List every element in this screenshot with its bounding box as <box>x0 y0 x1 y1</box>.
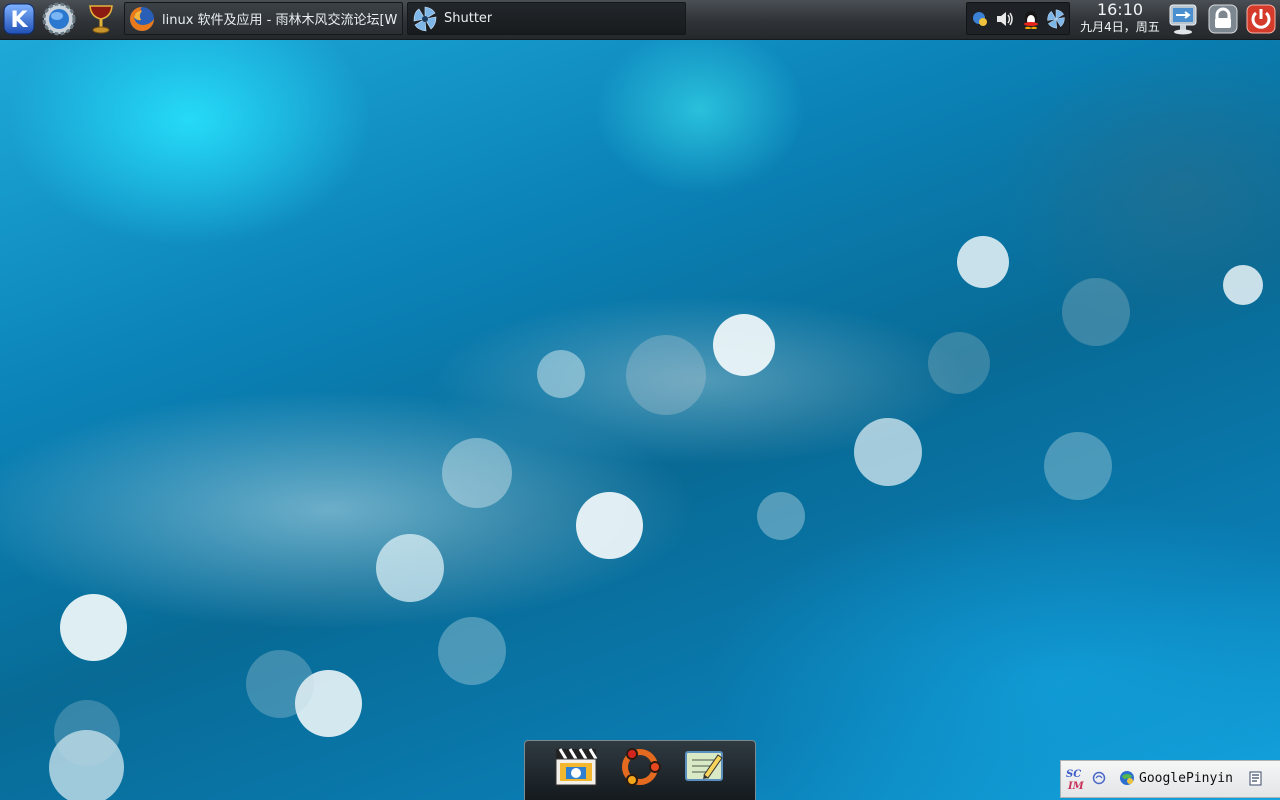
taskbar-firefox-window[interactable]: linux 软件及应用 - 雨林木风交流论坛[W <box>124 2 403 35</box>
bokeh-dot <box>713 314 775 376</box>
bokeh-dot <box>537 350 585 398</box>
goblet-icon[interactable] <box>84 2 118 36</box>
clock-time: 16:10 <box>1096 0 1144 19</box>
bokeh-dot <box>928 332 990 394</box>
ime-engine-label[interactable]: GooglePinyin <box>1139 771 1233 786</box>
shutter-icon <box>412 6 438 32</box>
system-settings-icon[interactable] <box>42 2 76 36</box>
bokeh-dot <box>957 236 1009 288</box>
desktop-wallpaper[interactable] <box>0 40 1280 800</box>
bokeh-dot <box>54 700 120 766</box>
menu-icon[interactable] <box>1249 771 1265 787</box>
bokeh-dot <box>376 534 444 602</box>
clock-date: 九月4日，周五 <box>1080 20 1160 34</box>
power-icon[interactable] <box>1244 2 1278 36</box>
svg-text:SC: SC <box>1066 769 1081 780</box>
qq-penguin-icon[interactable] <box>1021 9 1041 29</box>
input-mode-icon[interactable] <box>1091 770 1109 788</box>
top-panel: K linux 软件及应用 - 雨林木风交流论坛[W Shutter 16:10… <box>0 0 1280 40</box>
bokeh-dot <box>438 617 506 685</box>
dock-panel <box>524 740 756 800</box>
bokeh-dot <box>442 438 512 508</box>
text-editor-icon[interactable] <box>679 743 729 797</box>
bokeh-dot <box>60 594 127 661</box>
task-label: Shutter <box>444 11 493 26</box>
ubuntu-icon[interactable] <box>615 743 665 797</box>
kde-menu-icon[interactable]: K <box>2 2 36 36</box>
bokeh-dot <box>626 335 706 415</box>
ime-toolbar: SC IM GooglePinyin <box>1060 760 1280 798</box>
shutter-tray-icon[interactable] <box>1046 9 1066 29</box>
bokeh-dot <box>854 418 922 486</box>
network-icon[interactable] <box>970 9 990 29</box>
bokeh-dot <box>576 492 643 559</box>
scim-logo-icon[interactable]: SC IM <box>1065 766 1087 792</box>
bokeh-dot <box>1044 432 1112 500</box>
bokeh-dot <box>757 492 805 540</box>
googlepinyin-icon[interactable] <box>1119 770 1137 788</box>
bokeh-dot <box>246 650 314 718</box>
video-player-icon[interactable] <box>551 743 601 797</box>
taskbar-shutter-window[interactable]: Shutter <box>407 2 686 35</box>
remote-desktop-icon[interactable] <box>1166 2 1200 36</box>
firefox-icon <box>128 5 156 33</box>
bokeh-dot <box>1062 278 1130 346</box>
volume-icon[interactable] <box>995 9 1015 29</box>
lock-icon[interactable] <box>1206 2 1240 36</box>
svg-text:K: K <box>10 8 28 33</box>
system-tray <box>966 2 1070 35</box>
bokeh-dot <box>1223 265 1263 305</box>
task-label: linux 软件及应用 - 雨林木风交流论坛[W <box>162 13 398 28</box>
svg-text:IM: IM <box>1067 781 1085 792</box>
digital-clock[interactable]: 16:10 九月4日，周五 <box>1075 1 1165 37</box>
